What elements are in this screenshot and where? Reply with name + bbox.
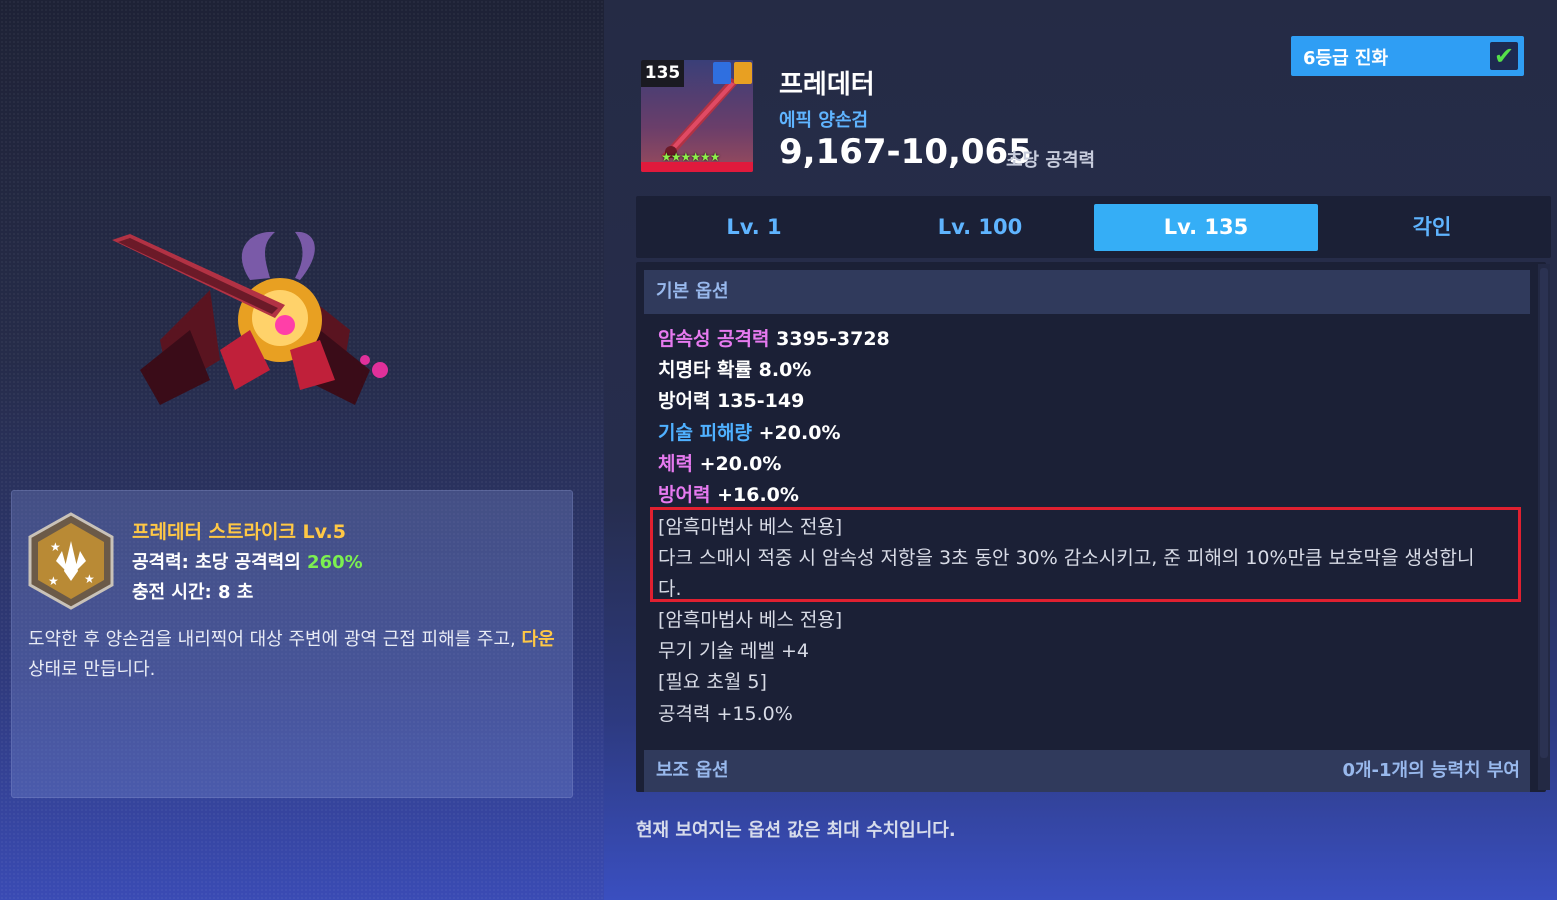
rarity-bar xyxy=(641,162,753,172)
special-option-title: [암흑마법사 베스 전용] xyxy=(658,516,843,538)
option-label: 체력 xyxy=(658,453,693,475)
option-label: 방어력 xyxy=(658,390,711,412)
level-tabs: Lv. 1 Lv. 100 Lv. 135 각인 xyxy=(636,196,1551,258)
skill-cooldown: 충전 시간: 8 초 xyxy=(132,582,254,603)
requirement-text: 공격력 +15.0% xyxy=(658,703,793,725)
skill-card: ★ ★ ★ 프레데터 스트라이크 Lv.5 공격력: 초당 공격력의 260% … xyxy=(11,490,573,798)
item-icon: 135 ★★★★★★ xyxy=(641,60,753,172)
item-level-badge: 135 xyxy=(641,60,684,87)
item-details-panel: 135 ★★★★★★ 프레데터 에픽 양손검 9,167-10,065 초당 공… xyxy=(604,0,1557,900)
checkmark-icon[interactable]: ✔ xyxy=(1490,42,1518,70)
skill-desc-text: 도약한 후 양손검을 내리찍어 대상 주변에 광역 근접 피해를 주고, xyxy=(28,629,522,650)
skill-description: 도약한 후 양손검을 내리찍어 대상 주변에 광역 근접 피해를 주고, 다운 … xyxy=(28,625,558,685)
item-name: 프레데터 xyxy=(779,70,875,100)
skill-title: 프레데터 스트라이크 Lv.5 xyxy=(132,521,346,543)
item-attack-range: 9,167-10,065 xyxy=(779,132,1032,172)
svg-text:★: ★ xyxy=(84,572,95,586)
options-panel: 기본 옵션 암속성 공격력 3395-3728 치명타 확률 8.0% 방어력 … xyxy=(636,262,1546,792)
scrollbar-thumb[interactable] xyxy=(1540,268,1548,758)
sub-options-count: 0개-1개의 능력치 부여 xyxy=(1342,760,1520,781)
option-value: +20.0% xyxy=(699,453,782,475)
rank-badge-icon xyxy=(734,62,752,84)
svg-text:★: ★ xyxy=(50,540,61,554)
requirement-title: [필요 초월 5] xyxy=(658,671,767,693)
option-value: 8.0% xyxy=(758,359,812,381)
skill-desc-keyword: 다운 xyxy=(521,629,555,650)
option-line: 방어력 +16.0% xyxy=(658,480,799,507)
special-option-title: [암흑마법사 베스 전용] xyxy=(658,609,843,631)
tab-lv-135[interactable]: Lv. 135 xyxy=(1094,204,1318,251)
basic-options-header: 기본 옵션 xyxy=(644,270,1530,314)
sub-options-label: 보조 옵션 xyxy=(656,760,729,781)
option-label: 기술 피해량 xyxy=(658,422,753,444)
skill-emblem-icon: ★ ★ ★ xyxy=(28,512,114,610)
skill-attack-value: 260% xyxy=(307,552,363,573)
skill-desc-text-end: 상태로 만듭니다. xyxy=(28,659,156,680)
item-type: 에픽 양손검 xyxy=(779,110,869,131)
option-label: 방어력 xyxy=(658,484,711,506)
special-option-text: 다크 스매시 적중 시 암속성 저항을 3초 동안 30% 감소시키고, 준 피… xyxy=(658,547,1475,569)
option-label: 치명타 확률 xyxy=(658,359,753,381)
sub-options-header: 보조 옵션 0개-1개의 능력치 부여 xyxy=(644,750,1530,792)
option-value: 135-149 xyxy=(717,390,805,412)
skill-attack-label: 공격력: 초당 공격력의 xyxy=(132,552,308,573)
option-value: 3395-3728 xyxy=(776,328,890,350)
special-option-text: 무기 기술 레벨 +4 xyxy=(658,640,810,662)
options-scrollbar[interactable] xyxy=(1538,264,1550,790)
evolve-label: 6등급 진화 xyxy=(1303,48,1389,69)
footnote: 현재 보여지는 옵션 값은 최대 수치입니다. xyxy=(636,820,956,841)
option-line: 체력 +20.0% xyxy=(658,449,781,476)
option-line: 기술 피해량 +20.0% xyxy=(658,418,840,445)
option-line: 치명타 확률 8.0% xyxy=(658,355,811,382)
tab-lv-1[interactable]: Lv. 1 xyxy=(642,204,866,251)
item-attack-label: 초당 공격력 xyxy=(1006,150,1096,171)
option-line: 암속성 공격력 3395-3728 xyxy=(658,324,890,351)
class-badge-icon xyxy=(713,62,731,84)
weapon-illustration xyxy=(112,231,388,405)
option-value: +20.0% xyxy=(758,422,841,444)
tab-lv-100[interactable]: Lv. 100 xyxy=(868,204,1092,251)
option-line: 방어력 135-149 xyxy=(658,386,804,413)
option-value: +16.0% xyxy=(717,484,799,506)
skill-attack: 공격력: 초당 공격력의 260% xyxy=(132,548,363,574)
svg-text:★: ★ xyxy=(48,574,59,588)
tab-engrave[interactable]: 각인 xyxy=(1320,204,1544,251)
special-option-text-cont: 다. xyxy=(658,578,682,600)
option-label: 암속성 공격력 xyxy=(658,328,770,350)
weapon-preview-panel: ★ ★ ★ 프레데터 스트라이크 Lv.5 공격력: 초당 공격력의 260% … xyxy=(0,0,604,900)
evolve-toggle[interactable]: 6등급 진화 ✔ xyxy=(1291,36,1524,76)
